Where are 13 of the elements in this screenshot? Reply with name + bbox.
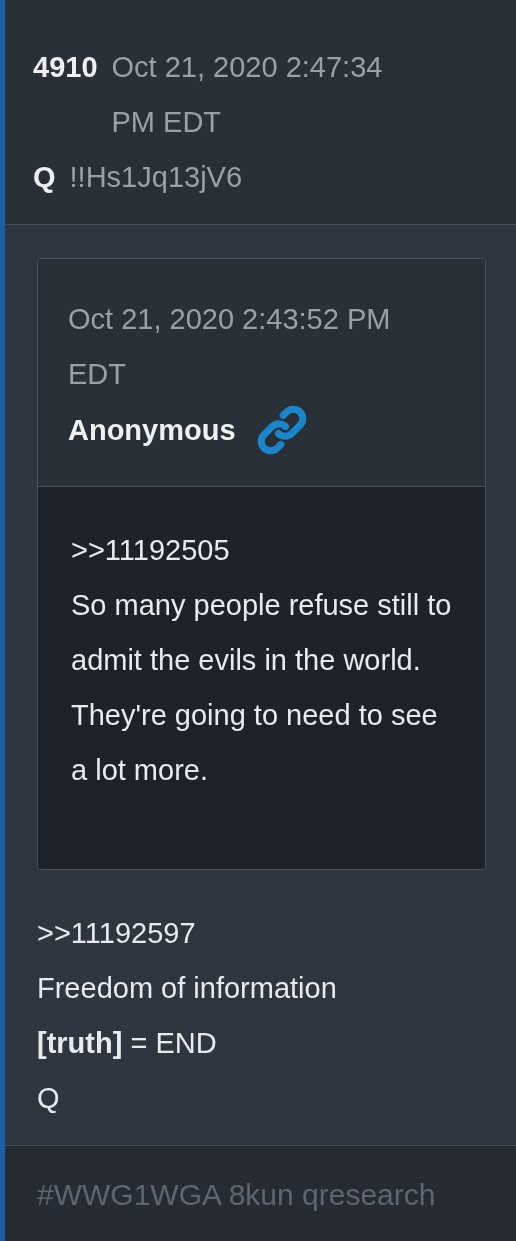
hashtags-footer: #WWG1WGA 8kun qresearch — [5, 1145, 516, 1241]
message-text: [truth] = END — [37, 1026, 218, 1061]
author-name: Anonymous — [68, 412, 236, 448]
post-timestamp: Oct 21, 2020 2:47:34 PM EDT — [111, 50, 384, 140]
message-text: So many people refuse still to admit the evils in the world. They're going to need to see a lot more. — [71, 588, 452, 788]
reply-link[interactable]: >>11192505 — [71, 523, 452, 578]
author-name: Q — [33, 160, 56, 195]
quoted-post-timestamp: Oct 21, 2020 2:43:52 PM EDT — [68, 302, 392, 392]
tripcode: !!Hs1Jq13jV6 — [69, 160, 243, 195]
reply-link[interactable]: >>11192597 — [37, 906, 486, 961]
message-text: Freedom of information — [37, 971, 338, 1006]
post-number: 4910 — [33, 50, 98, 85]
message-text: Q — [37, 1081, 61, 1116]
